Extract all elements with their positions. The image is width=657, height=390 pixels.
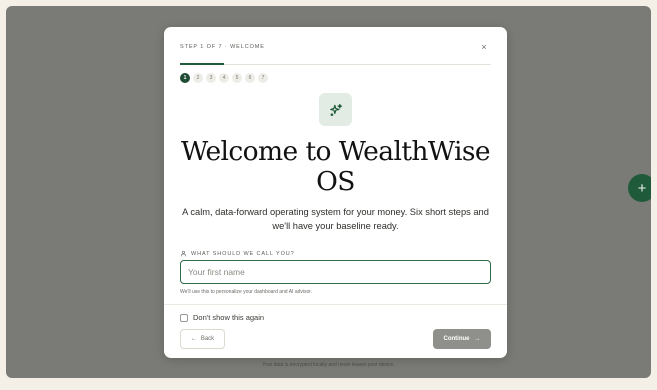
continue-label: Continue (443, 336, 470, 342)
step-dot-1: 1 (180, 73, 190, 83)
progress-fill (180, 63, 225, 65)
title-line-2: OS (316, 166, 355, 197)
title-line-1: Welcome to WealthWise (181, 136, 491, 167)
divider (164, 304, 507, 305)
subtitle-line-1: A calm, data-forward operating system fo… (182, 207, 489, 217)
checkbox-label: Don't show this again (193, 313, 265, 322)
arrow-left-icon: ← (190, 336, 197, 342)
step-indicator: 1234567 (180, 73, 268, 83)
user-icon (180, 250, 187, 257)
step-label: STEP 1 OF 7 · WELCOME (180, 44, 265, 50)
page-title: Welcome to WealthWise OS (164, 137, 507, 197)
subtitle-line-2: we'll have your baseline ready. (272, 220, 399, 231)
close-icon[interactable]: × (479, 42, 489, 52)
page-bottom-strip (0, 378, 657, 390)
sparkles-icon (319, 93, 352, 126)
step-dot-6: 6 (245, 73, 255, 83)
back-label: Back (200, 336, 215, 342)
back-button[interactable]: ← Back (180, 329, 225, 349)
add-fab-button[interactable]: + (628, 174, 651, 202)
step-dot-5: 5 (232, 73, 242, 83)
footer-note: Your data is encrypted locally and never… (262, 362, 395, 368)
field-label-text: WHAT SHOULD WE CALL YOU? (191, 250, 295, 257)
dont-show-again-checkbox[interactable] (180, 313, 188, 322)
subtitle: A calm, data-forward operating system fo… (178, 206, 493, 233)
dont-show-again-row[interactable]: Don't show this again (180, 313, 264, 322)
step-dot-3: 3 (206, 73, 216, 83)
arrow-right-icon: → (474, 336, 481, 342)
field-hint: We'll use this to personalize your dashb… (180, 289, 313, 295)
name-field-label: WHAT SHOULD WE CALL YOU? (180, 250, 295, 257)
step-dot-2: 2 (193, 73, 203, 83)
plus-icon: + (637, 179, 647, 197)
step-dot-7: 7 (258, 73, 268, 83)
progress-bar (180, 63, 491, 65)
step-dot-4: 4 (219, 73, 229, 83)
first-name-input[interactable] (180, 260, 491, 284)
continue-button[interactable]: Continue → (433, 329, 491, 349)
onboarding-modal: STEP 1 OF 7 · WELCOME × 1234567 Welcome … (164, 27, 507, 358)
